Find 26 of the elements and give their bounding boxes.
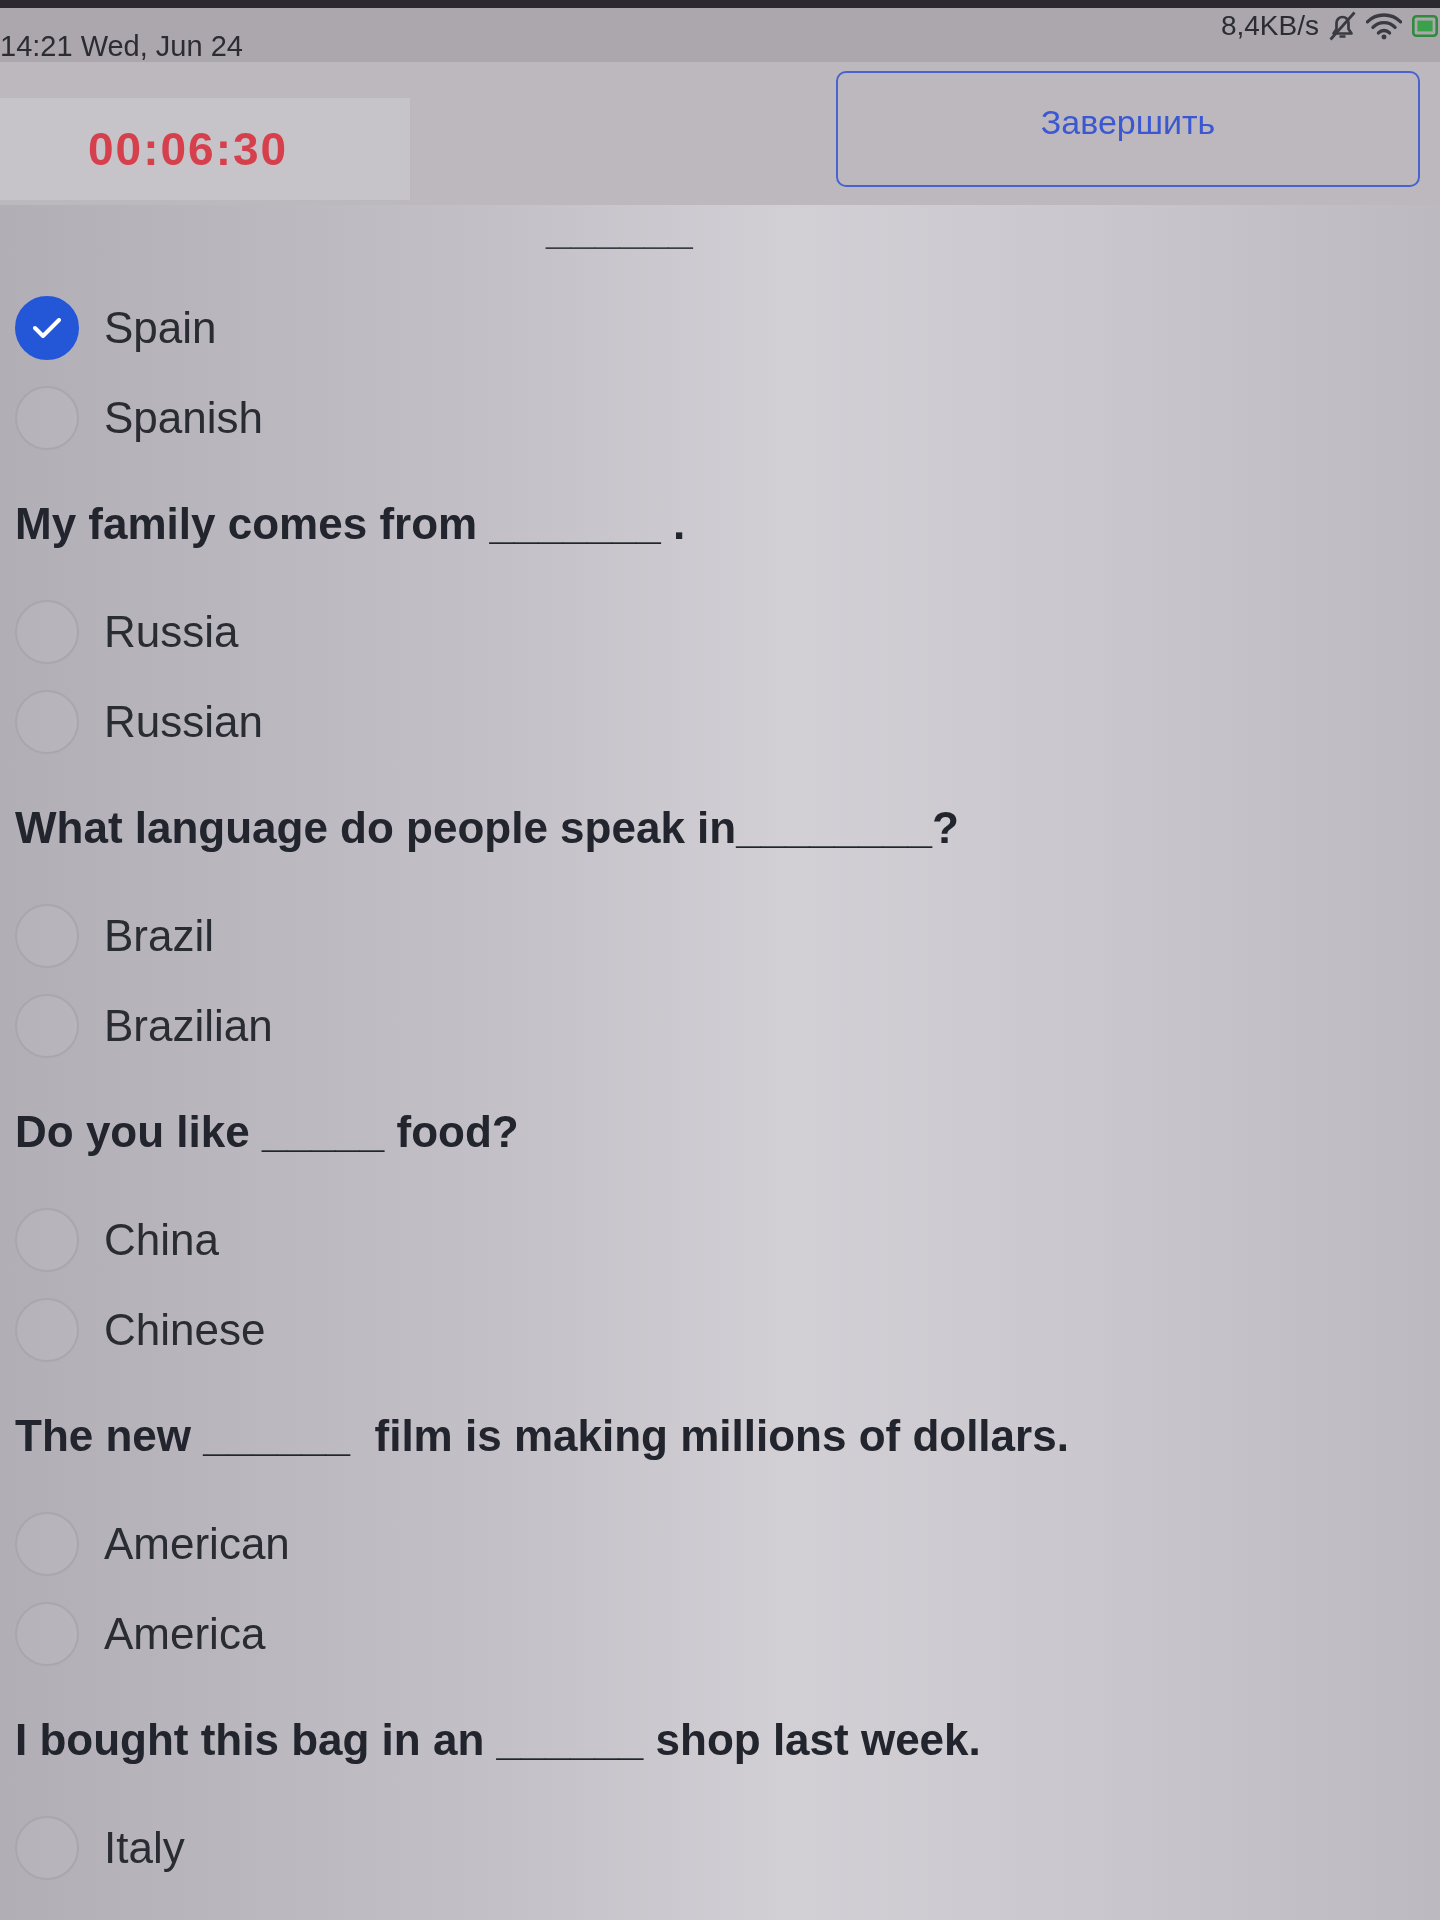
check-icon — [33, 318, 61, 338]
timer-text: 00:06:30 — [88, 122, 289, 176]
option-label: America — [104, 1608, 266, 1660]
option-label: Italy — [104, 1822, 185, 1874]
question-text: Do you like _____ food? — [15, 1106, 519, 1158]
option-label: Chinese — [104, 1304, 266, 1356]
question-text: The new ______ film is making millions of dollars. — [15, 1410, 1069, 1462]
option-label: Russian — [104, 696, 263, 748]
option-label: China — [104, 1214, 219, 1266]
option-label: Russia — [104, 606, 239, 658]
option-label: Spain — [104, 302, 217, 354]
status-time: 14:21 Wed, Jun 24 — [0, 30, 243, 63]
battery-icon — [1412, 14, 1438, 38]
radio-button[interactable] — [15, 296, 79, 360]
option-label: Brazilian — [104, 1000, 273, 1052]
finish-button[interactable]: Завершить — [836, 71, 1420, 187]
option-label: American — [104, 1518, 290, 1570]
wifi-icon — [1366, 12, 1402, 40]
question-text: What language do people speak in________? — [15, 802, 959, 854]
question-text: My family comes from _______ . — [15, 498, 686, 550]
option-label: Spanish — [104, 392, 263, 444]
network-speed: 8,4KB/s — [1220, 10, 1319, 42]
question-text: ______ — [546, 207, 693, 251]
option-label: Brazil — [104, 910, 215, 962]
muted-bell-icon — [1329, 11, 1356, 41]
question-text: I bought this bag in an ______ shop last week. — [15, 1714, 981, 1766]
